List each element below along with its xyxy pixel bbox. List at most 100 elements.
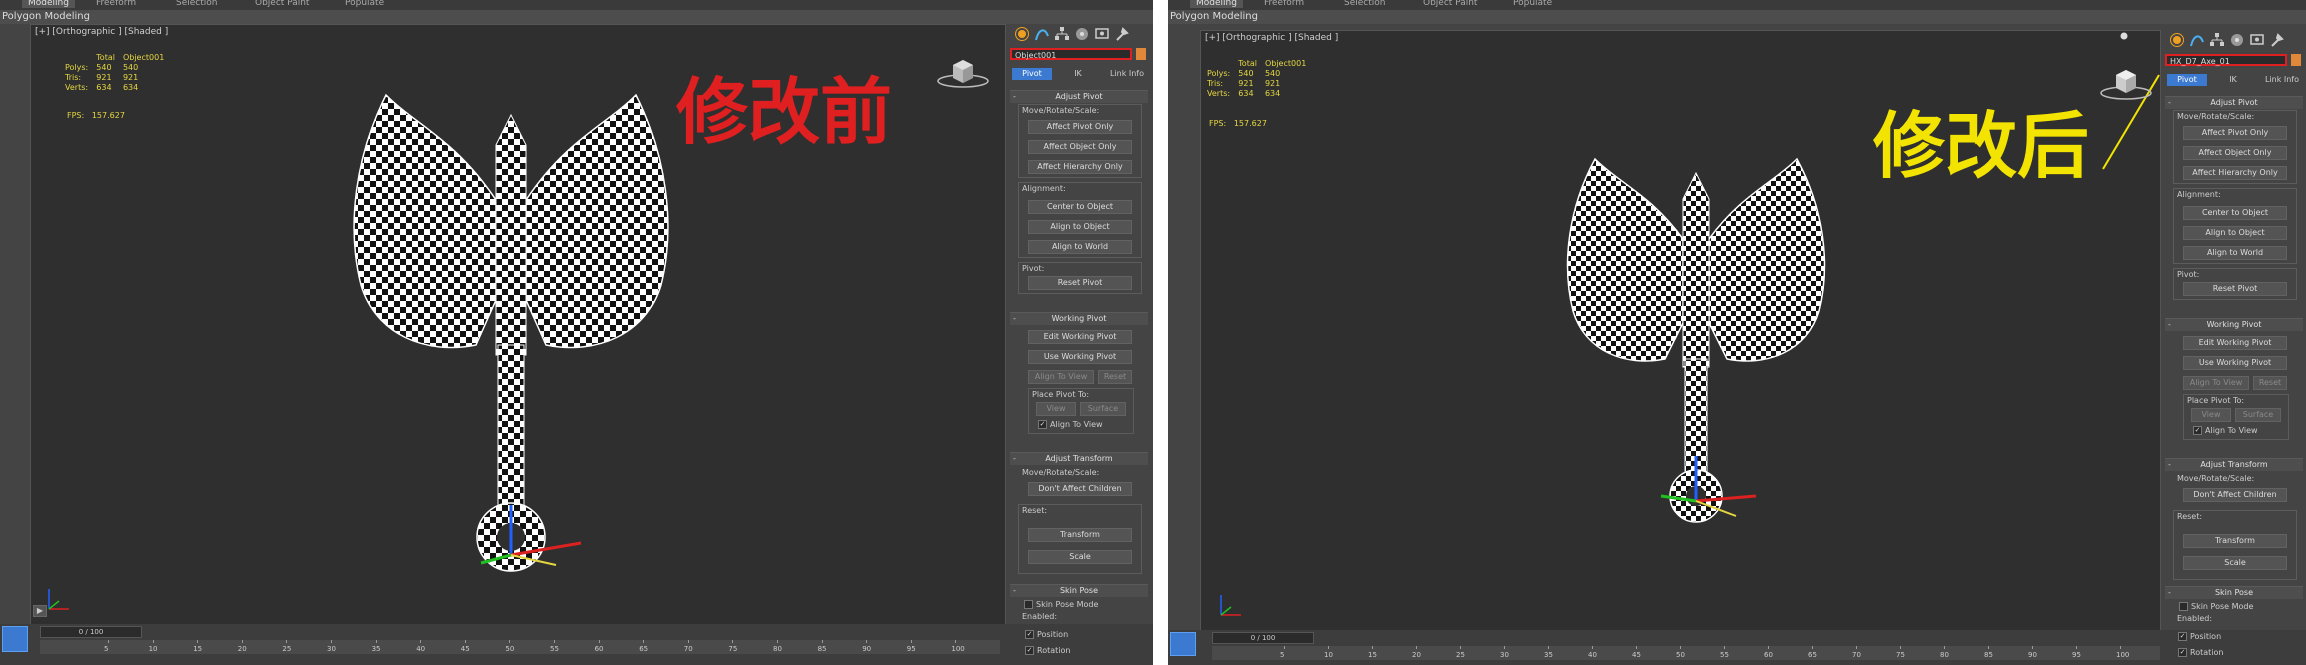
adjust-transform-rollout[interactable]: - Adjust Transform — [2165, 458, 2303, 471]
place-view-button[interactable]: View — [1036, 402, 1076, 416]
edit-working-pivot-button[interactable]: Edit Working Pivot — [1028, 330, 1132, 344]
mini-listener-icon[interactable] — [1170, 632, 1196, 656]
affect-pivot-only-button[interactable]: Affect Pivot Only — [2183, 126, 2287, 140]
viewport-label[interactable]: [+] [Orthographic ] [Shaded ] — [35, 27, 168, 37]
align-to-world-button[interactable]: Align to World — [1028, 240, 1132, 254]
object-name-field[interactable]: Object001 — [1010, 48, 1132, 60]
ribbon-tab-object-paint[interactable]: Object Paint — [1423, 0, 1477, 8]
timeline-ruler[interactable]: 5 10 15 20 25 30 35 40 45 50 55 60 65 70 75 80 85 90 95 100 — [40, 640, 1000, 654]
ribbon-tab-freeform[interactable]: Freeform — [1264, 0, 1304, 8]
tab-ik[interactable]: IK — [1058, 68, 1098, 80]
place-surface-button[interactable]: Surface — [1080, 402, 1126, 416]
display-icon[interactable] — [2249, 32, 2265, 48]
dont-affect-children-button[interactable]: Don't Affect Children — [2183, 488, 2287, 502]
ruler-tick-label: 5 — [104, 645, 109, 653]
align-to-world-button[interactable]: Align to World — [2183, 246, 2287, 260]
dont-affect-children-button[interactable]: Don't Affect Children — [1028, 482, 1132, 496]
polygon-modeling-label[interactable]: Polygon Modeling — [2, 11, 90, 22]
place-view-button[interactable]: View — [2191, 408, 2231, 422]
ribbon-tab-object-paint[interactable]: Object Paint — [255, 0, 309, 8]
reset-scale-button[interactable]: Scale — [2183, 556, 2287, 570]
viewcube-icon[interactable] — [936, 51, 990, 91]
utilities-icon[interactable] — [1114, 26, 1130, 42]
skin-pose-mode-checkbox[interactable]: Skin Pose Mode — [1024, 600, 1098, 609]
affect-object-only-button[interactable]: Affect Object Only — [2183, 146, 2287, 160]
axe-model[interactable] — [346, 85, 676, 585]
position-checkbox[interactable]: ✓ Position — [1025, 630, 1068, 639]
display-icon[interactable] — [1094, 26, 1110, 42]
tab-ik[interactable]: IK — [2213, 74, 2253, 86]
ribbon-tab-populate[interactable]: Populate — [345, 0, 384, 8]
tab-link-info[interactable]: Link Info — [2259, 74, 2305, 86]
axe-model[interactable] — [1561, 151, 1831, 531]
viewport-label[interactable]: [+] [Orthographic ] [Shaded ] — [1205, 33, 1338, 43]
tab-pivot[interactable]: Pivot — [1012, 68, 1052, 80]
reset-transform-button[interactable]: Transform — [2183, 534, 2287, 548]
center-to-object-button[interactable]: Center to Object — [2183, 206, 2287, 220]
object-color-swatch[interactable] — [1136, 48, 1146, 60]
use-working-pivot-button[interactable]: Use Working Pivot — [1028, 350, 1132, 364]
timeline-ruler[interactable]: 5 10 15 20 25 30 35 40 45 50 55 60 65 70 75 80 85 90 95 100 — [1212, 646, 2160, 660]
play-icon[interactable]: ▶ — [33, 605, 47, 617]
sun-icon[interactable] — [2169, 32, 2185, 48]
reset-pivot-button[interactable]: Reset Pivot — [1028, 276, 1132, 290]
rotation-checkbox[interactable]: ✓ Rotation — [2178, 648, 2223, 657]
ribbon-tab-selection[interactable]: Selection — [176, 0, 217, 8]
stats-value: 540 — [1238, 69, 1254, 78]
tab-link-info[interactable]: Link Info — [1104, 68, 1150, 80]
place-surface-button[interactable]: Surface — [2235, 408, 2281, 422]
affect-hierarchy-only-button[interactable]: Affect Hierarchy Only — [2183, 166, 2287, 180]
time-slider[interactable]: 0 / 100 — [1212, 632, 1314, 644]
reset-pivot-button[interactable]: Reset Pivot — [2183, 282, 2287, 296]
reset-working-pivot-button[interactable]: Reset — [1098, 370, 1132, 384]
ruler-tick — [910, 640, 912, 643]
curve-icon[interactable] — [1034, 26, 1050, 42]
reset-working-pivot-button[interactable]: Reset — [2253, 376, 2287, 390]
edit-working-pivot-button[interactable]: Edit Working Pivot — [2183, 336, 2287, 350]
align-to-view-checkbox[interactable]: ✓ Align To View — [1038, 420, 1103, 429]
align-to-view-checkbox[interactable]: ✓ Align To View — [2193, 426, 2258, 435]
align-to-object-button[interactable]: Align to Object — [1028, 220, 1132, 234]
working-pivot-rollout[interactable]: - Working Pivot — [1010, 312, 1148, 325]
rotation-checkbox[interactable]: ✓ Rotation — [1025, 646, 1070, 655]
center-to-object-button[interactable]: Center to Object — [1028, 200, 1132, 214]
motion-icon[interactable] — [1074, 26, 1090, 42]
ribbon-tab-modeling[interactable]: Modeling — [1190, 0, 1243, 8]
sun-icon[interactable] — [1014, 26, 1030, 42]
utilities-icon[interactable] — [2269, 32, 2285, 48]
affect-object-only-button[interactable]: Affect Object Only — [1028, 140, 1132, 154]
working-pivot-rollout[interactable]: - Working Pivot — [2165, 318, 2303, 331]
ribbon-tab-populate[interactable]: Populate — [1513, 0, 1552, 8]
reset-transform-button[interactable]: Transform — [1028, 528, 1132, 542]
adjust-transform-rollout[interactable]: - Adjust Transform — [1010, 452, 1148, 465]
viewport[interactable]: [+] [Orthographic ] [Shaded ] Total Objec… — [30, 24, 1007, 626]
ribbon-tab-selection[interactable]: Selection — [1344, 0, 1385, 8]
tab-pivot[interactable]: Pivot — [2167, 74, 2207, 86]
adjust-pivot-rollout[interactable]: - Adjust Pivot — [2165, 96, 2303, 109]
motion-icon[interactable] — [2229, 32, 2245, 48]
align-to-object-button[interactable]: Align to Object — [2183, 226, 2287, 240]
hierarchy-icon[interactable] — [1054, 26, 1070, 42]
affect-pivot-only-button[interactable]: Affect Pivot Only — [1028, 120, 1132, 134]
curve-icon[interactable] — [2189, 32, 2205, 48]
polygon-modeling-label[interactable]: Polygon Modeling — [1170, 11, 1258, 22]
use-working-pivot-button[interactable]: Use Working Pivot — [2183, 356, 2287, 370]
align-to-view-button[interactable]: Align To View — [2183, 376, 2249, 390]
ribbon-tab-freeform[interactable]: Freeform — [96, 0, 136, 8]
viewport[interactable]: [+] [Orthographic ] [Shaded ] Total Objec… — [1200, 30, 2162, 632]
mini-listener-icon[interactable] — [2, 626, 28, 652]
skin-pose-rollout[interactable]: - Skin Pose — [1010, 584, 1148, 597]
ribbon-tab-modeling[interactable]: Modeling — [22, 0, 75, 8]
align-to-view-button[interactable]: Align To View — [1028, 370, 1094, 384]
affect-hierarchy-only-button[interactable]: Affect Hierarchy Only — [1028, 160, 1132, 174]
object-name-field[interactable]: HX_D7_Axe_01 — [2165, 54, 2287, 66]
object-color-swatch[interactable] — [2291, 54, 2301, 66]
time-slider[interactable]: 0 / 100 — [40, 626, 142, 638]
hierarchy-icon[interactable] — [2209, 32, 2225, 48]
viewcube-icon[interactable] — [2099, 59, 2153, 103]
reset-scale-button[interactable]: Scale — [1028, 550, 1132, 564]
skin-pose-mode-checkbox[interactable]: Skin Pose Mode — [2179, 602, 2253, 611]
skin-pose-rollout[interactable]: - Skin Pose — [2165, 586, 2303, 599]
adjust-pivot-rollout[interactable]: - Adjust Pivot — [1010, 90, 1148, 103]
position-checkbox[interactable]: ✓ Position — [2178, 632, 2221, 641]
